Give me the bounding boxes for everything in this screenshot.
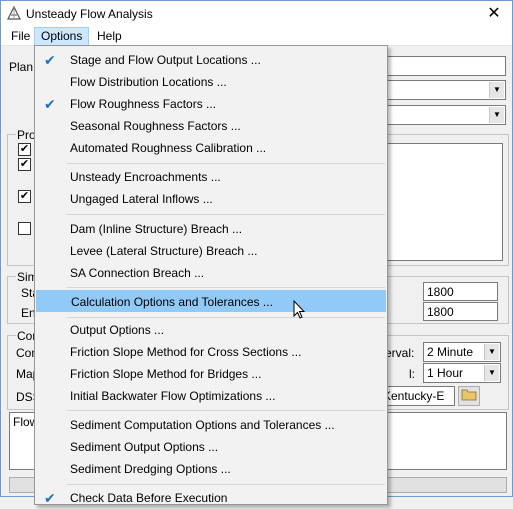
mouse-cursor-icon: [293, 300, 305, 319]
menu-item-label: Flow Distribution Locations ...: [70, 75, 227, 89]
menu-item-label: Sediment Output Options ...: [70, 440, 219, 454]
interval-label: erval:: [385, 346, 415, 360]
menu-item-flow-distribution[interactable]: Flow Distribution Locations ...: [36, 71, 386, 93]
menu-item-label: Dam (Inline Structure) Breach ...: [70, 222, 243, 236]
menu-item-sa-connection-breach[interactable]: SA Connection Breach ...: [36, 262, 386, 284]
menu-item-label: Friction Slope Method for Bridges ...: [70, 367, 262, 381]
window-title: Unsteady Flow Analysis: [26, 7, 153, 21]
plan-label: Plan: [9, 60, 34, 74]
checkmark-icon: ✔: [44, 52, 56, 68]
start-time-field[interactable]: 1800: [423, 282, 498, 301]
end-time-field[interactable]: 1800: [423, 302, 498, 321]
hydrograph-interval-combo[interactable]: 1 Hour ▼: [423, 363, 501, 383]
menu-help[interactable]: Help: [91, 27, 128, 46]
checkmark-icon: ✔: [44, 96, 56, 112]
menu-item-unsteady-encroachments[interactable]: Unsteady Encroachments ...: [36, 166, 386, 188]
chevron-down-icon: ▼: [489, 82, 504, 98]
folder-browse-icon[interactable]: [458, 386, 480, 406]
menu-item-label: Calculation Options and Tolerances ...: [71, 295, 273, 309]
menu-item-automated-roughness[interactable]: Automated Roughness Calibration ...: [36, 137, 386, 159]
start-time-text: 1800: [427, 285, 454, 299]
menu-separator: [67, 410, 385, 411]
menu-item-label: Seasonal Roughness Factors ...: [70, 119, 241, 133]
menu-item-label: Stage and Flow Output Locations ...: [70, 53, 261, 67]
menu-separator: [67, 163, 385, 164]
menu-separator: [67, 484, 385, 485]
menu-item-label: Output Options ...: [70, 323, 165, 337]
title-bar: Unsteady Flow Analysis ✕: [1, 1, 512, 27]
menu-item-friction-slope-xs[interactable]: Friction Slope Method for Cross Sections…: [36, 341, 386, 363]
program-checkbox-4[interactable]: [18, 222, 31, 235]
menu-options[interactable]: Options: [34, 27, 90, 46]
menu-item-label: Friction Slope Method for Cross Sections…: [70, 345, 302, 359]
program-checkbox-2[interactable]: ✔: [18, 158, 31, 171]
menu-item-label: Initial Backwater Flow Optimizations ...: [70, 389, 276, 403]
menu-separator: [67, 317, 385, 318]
program-checkbox-3[interactable]: ✔: [18, 190, 31, 203]
menu-item-label: Automated Roughness Calibration ...: [70, 141, 267, 155]
menu-item-sediment-computation[interactable]: Sediment Computation Options and Toleran…: [36, 414, 386, 436]
menu-item-label: Levee (Lateral Structure) Breach ...: [70, 244, 258, 258]
end-time-text: 1800: [427, 305, 454, 319]
checkmark-icon: ✔: [44, 490, 56, 506]
options-dropdown-menu: ✔ Stage and Flow Output Locations ... Fl…: [34, 45, 388, 506]
menu-item-label: Check Data Before Execution: [70, 491, 228, 505]
menu-item-label: Unsteady Encroachments ...: [70, 170, 221, 184]
menu-item-seasonal-roughness[interactable]: Seasonal Roughness Factors ...: [36, 115, 386, 137]
menu-item-label: Sediment Dredging Options ...: [70, 462, 231, 476]
menu-item-label: Sediment Computation Options and Toleran…: [70, 418, 335, 432]
menu-item-label: Ungaged Lateral Inflows ...: [70, 192, 213, 206]
menu-item-sediment-dredging[interactable]: Sediment Dredging Options ...: [36, 458, 386, 480]
hydrograph-interval-value: 1 Hour: [427, 366, 464, 380]
hydrograph-interval-label: l:: [409, 367, 415, 381]
computation-interval-value: 2 Minute: [427, 345, 474, 359]
menu-item-output-options[interactable]: Output Options ...: [36, 319, 386, 341]
menu-bar: File Options Help: [1, 27, 512, 46]
menu-item-stage-flow-output[interactable]: ✔ Stage and Flow Output Locations ...: [36, 49, 386, 71]
menu-item-check-data[interactable]: ✔ Check Data Before Execution: [36, 487, 386, 509]
menu-item-initial-backwater[interactable]: Initial Backwater Flow Optimizations ...: [36, 385, 386, 407]
menu-item-friction-slope-bridges[interactable]: Friction Slope Method for Bridges ...: [36, 363, 386, 385]
menu-item-levee-breach[interactable]: Levee (Lateral Structure) Breach ...: [36, 240, 386, 262]
menu-item-ungaged-lateral-inflows[interactable]: Ungaged Lateral Inflows ...: [36, 188, 386, 210]
menu-item-dam-breach[interactable]: Dam (Inline Structure) Breach ...: [36, 218, 386, 240]
menu-item-calculation-options[interactable]: Calculation Options and Tolerances ...: [36, 290, 386, 312]
app-icon: [7, 5, 21, 20]
program-checkbox-1[interactable]: ✔: [18, 143, 31, 156]
menu-item-sediment-output[interactable]: Sediment Output Options ...: [36, 436, 386, 458]
menu-item-label: Flow Roughness Factors ...: [70, 97, 217, 111]
chevron-down-icon: ▼: [489, 107, 504, 123]
menu-item-flow-roughness[interactable]: ✔ Flow Roughness Factors ...: [36, 93, 386, 115]
chevron-down-icon: ▼: [484, 344, 499, 360]
menu-separator: [67, 287, 385, 288]
menu-separator: [67, 214, 385, 215]
close-icon[interactable]: ✕: [482, 4, 506, 24]
chevron-down-icon: ▼: [484, 365, 499, 381]
menu-item-label: SA Connection Breach ...: [70, 266, 205, 280]
menu-file[interactable]: File: [5, 27, 36, 46]
computation-interval-combo[interactable]: 2 Minute ▼: [423, 342, 501, 362]
unsteady-flow-window: Unsteady Flow Analysis ✕ File Options He…: [0, 0, 513, 506]
